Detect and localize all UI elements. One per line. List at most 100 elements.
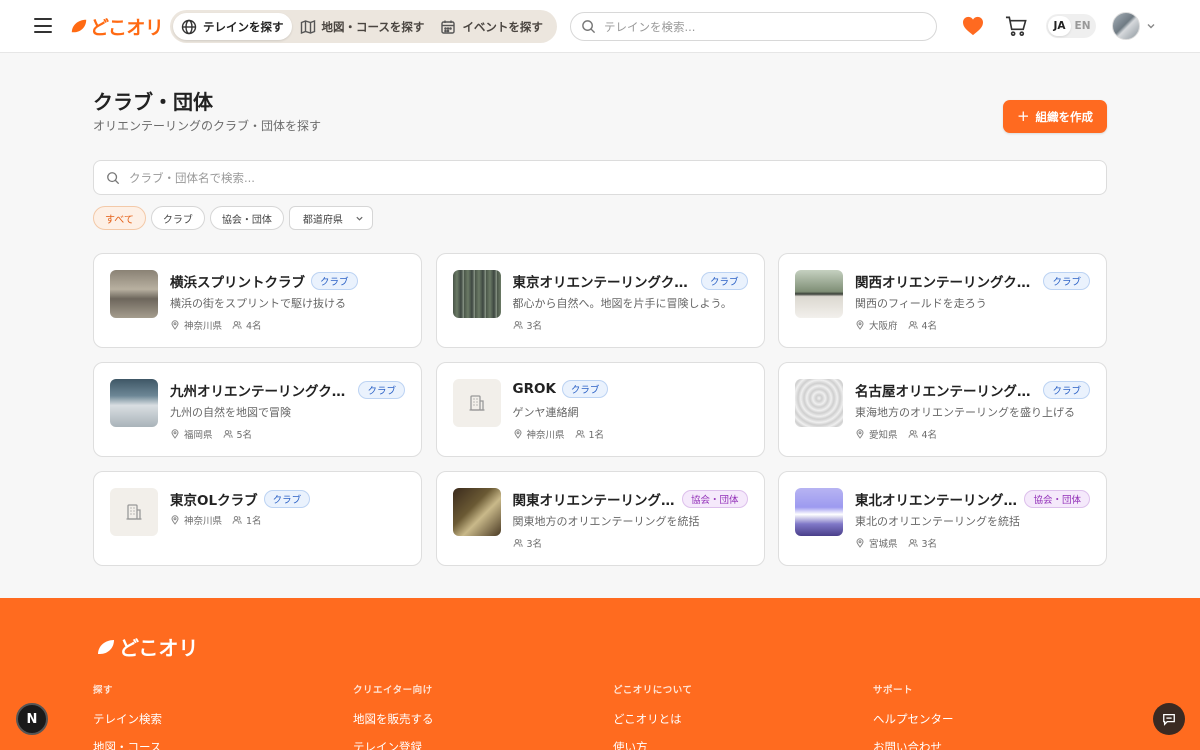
create-organization-label: 組織を作成 <box>1035 109 1094 124</box>
filter-club[interactable]: クラブ <box>150 206 205 230</box>
search-icon <box>107 171 120 184</box>
club-name: 東京オリエンテーリングク… <box>512 275 688 291</box>
club-type-badge: クラブ <box>358 381 405 399</box>
chat-bubble-icon <box>1163 713 1175 726</box>
create-organization-button[interactable]: + 組織を作成 <box>1003 100 1107 133</box>
club-card[interactable]: 九州オリエンテーリングク… クラブ 九州の自然を地図で冒険 福岡県 5名 <box>93 362 422 457</box>
terrain-search[interactable] <box>570 12 937 41</box>
chat-button[interactable] <box>1153 703 1185 735</box>
building-icon <box>469 395 484 411</box>
club-members-label: 5名 <box>236 430 253 441</box>
club-thumbnail-placeholder <box>110 488 158 536</box>
footer-link[interactable]: どこオリとは <box>613 711 692 727</box>
club-type-badge: クラブ <box>1043 272 1090 290</box>
footer-link[interactable]: ヘルプセンター <box>873 711 954 727</box>
club-members: 3名 <box>513 318 542 332</box>
club-name: 横浜スプリントクラブ <box>170 275 305 291</box>
footer-link[interactable]: 地図を販売する <box>353 711 434 727</box>
club-card[interactable]: 横浜スプリントクラブ クラブ 横浜の街をスプリントで駆け抜ける 神奈川県 4名 <box>93 253 422 348</box>
footer-column-support: サポート ヘルプセンター お問い合わせ <box>873 682 954 750</box>
club-thumbnail <box>452 488 501 536</box>
footer-link[interactable]: 使い方 <box>613 739 692 750</box>
members-icon <box>513 539 523 547</box>
members-icon <box>908 539 918 547</box>
location-pin-icon <box>171 515 179 525</box>
club-members: 1名 <box>232 513 262 527</box>
club-search-input[interactable] <box>129 170 1094 185</box>
lang-en[interactable]: EN <box>1071 16 1094 36</box>
language-toggle[interactable]: JA EN <box>1046 14 1096 38</box>
cart-icon[interactable] <box>1005 15 1028 37</box>
building-icon <box>126 504 142 520</box>
club-card[interactable]: 東京オリエンテーリングク… クラブ 都心から自然へ。地図を片手に冒険しよう。 3… <box>435 253 765 348</box>
logo-leaf-icon <box>71 19 87 33</box>
plus-icon: + <box>1016 107 1030 125</box>
logo-leaf-icon <box>98 639 114 654</box>
club-prefecture-label: 神奈川県 <box>184 516 223 527</box>
explore-nav: テレインを探す 地図・コースを探す イベントを探す <box>170 10 557 43</box>
chevron-down-icon <box>1147 24 1155 29</box>
footer: どこオリ 探す テレイン検索 地図・コース クリエイター向け 地図を販売する テ… <box>0 598 1200 750</box>
club-card[interactable]: 東北オリエンテーリング… 協会・団体 東北のオリエンテーリングを統括 宮城県 3… <box>778 471 1107 566</box>
club-prefecture-label: 神奈川県 <box>184 321 223 332</box>
club-members: 4名 <box>908 427 937 441</box>
prefecture-select[interactable]: 都道府県 <box>288 206 373 230</box>
club-grid: 横浜スプリントクラブ クラブ 横浜の街をスプリントで駆け抜ける 神奈川県 4名 … <box>93 253 1107 566</box>
club-prefecture: 神奈川県 <box>170 513 222 527</box>
filter-association[interactable]: 協会・団体 <box>209 206 284 230</box>
club-card[interactable]: 名古屋オリエンテーリング… クラブ 東海地方のオリエンテーリングを盛り上げる 愛… <box>778 362 1107 457</box>
club-card-header: 東北オリエンテーリング… 協会・団体 <box>855 489 1090 509</box>
club-type-badge: クラブ <box>311 272 358 290</box>
club-card[interactable]: 関西オリエンテーリングク… クラブ 関西のフィールドを走ろう 大阪府 4名 <box>778 253 1107 348</box>
club-prefecture: 福岡県 <box>170 427 213 441</box>
tab-terrain[interactable]: テレインを探す <box>173 13 292 40</box>
filter-all[interactable]: すべて <box>93 206 146 230</box>
footer-link[interactable]: テレイン検索 <box>93 711 162 727</box>
club-thumbnail <box>795 270 843 318</box>
club-prefecture-label: 神奈川県 <box>526 430 565 441</box>
club-meta: 福岡県 5名 <box>170 427 252 441</box>
members-icon <box>232 321 242 329</box>
club-type-badge: 協会・団体 <box>681 490 748 508</box>
menu-icon[interactable] <box>34 18 52 33</box>
footer-link[interactable]: 地図・コース <box>93 739 162 750</box>
club-card[interactable]: 関東オリエンテーリング… 協会・団体 関東地方のオリエンテーリングを統括 3名 <box>435 471 765 566</box>
club-members: 4名 <box>232 318 262 332</box>
dev-tools-button[interactable]: N <box>16 703 48 735</box>
footer-column-title: 探す <box>93 685 114 696</box>
location-pin-icon <box>856 538 864 548</box>
location-pin-icon <box>856 429 864 439</box>
club-members: 3名 <box>513 536 542 550</box>
footer-link[interactable]: お問い合わせ <box>873 739 954 750</box>
logo[interactable]: どこオリ <box>70 12 164 40</box>
club-type-badge: クラブ <box>1043 381 1090 399</box>
footer-link[interactable]: テレイン登録 <box>353 739 434 750</box>
club-prefecture: 大阪府 <box>855 318 898 332</box>
footer-logo[interactable]: どこオリ <box>96 632 198 661</box>
tab-events[interactable]: イベントを探す <box>432 13 551 40</box>
club-description: 関東地方のオリエンテーリングを統括 <box>512 515 700 528</box>
tab-map-course[interactable]: 地図・コースを探す <box>292 13 433 40</box>
club-prefecture-label: 福岡県 <box>184 430 213 441</box>
club-thumbnail-placeholder <box>452 379 501 427</box>
club-name: 名古屋オリエンテーリング… <box>855 384 1031 400</box>
club-name: 東北オリエンテーリング… <box>855 493 1017 509</box>
club-members: 3名 <box>908 536 937 550</box>
terrain-search-input[interactable] <box>604 19 926 34</box>
club-card-header: 九州オリエンテーリングク… クラブ <box>170 380 405 400</box>
user-menu[interactable] <box>1112 12 1156 40</box>
globe-icon <box>181 19 197 34</box>
tab-map-course-label: 地図・コースを探す <box>321 19 425 34</box>
footer-column-title: クリエイター向け <box>353 685 433 696</box>
footer-column-title: どこオリについて <box>613 685 693 696</box>
club-members-label: 4名 <box>921 321 938 332</box>
favorites-heart-icon[interactable] <box>962 16 984 36</box>
club-description: ゲンヤ連絡網 <box>512 406 579 419</box>
club-card[interactable]: GROK クラブ ゲンヤ連絡網 神奈川県 1名 <box>435 362 765 457</box>
location-pin-icon <box>171 320 179 330</box>
club-search[interactable] <box>93 160 1107 195</box>
lang-ja[interactable]: JA <box>1048 16 1071 36</box>
footer-column-explore: 探す テレイン検索 地図・コース <box>93 682 162 750</box>
club-card[interactable]: 東京OLクラブ クラブ 神奈川県 1名 <box>93 471 422 566</box>
prefecture-select-label: 都道府県 <box>302 214 343 226</box>
